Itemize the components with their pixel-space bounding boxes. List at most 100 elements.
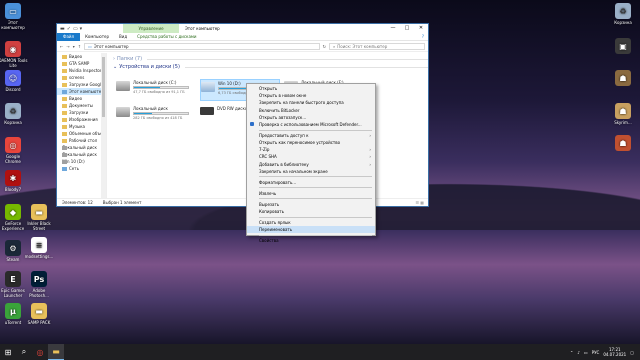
nav-item[interactable]: GTA SAMP <box>57 60 106 67</box>
menu-item[interactable]: Закрепить на панели быстрого доступа <box>247 99 375 106</box>
menu-item[interactable]: Извлечь <box>247 190 375 197</box>
drive-tile[interactable]: Локальный диск 282 ГБ свободно из 418 ГБ <box>116 105 196 127</box>
tab-drive-tools[interactable]: Средства работы с дисками <box>132 34 201 39</box>
nav-item-label: Видео <box>69 54 83 59</box>
language-indicator[interactable]: РУС <box>592 350 600 355</box>
nav-item-label: Этот компьютер <box>69 89 104 94</box>
menu-item[interactable]: Проверка с использованием Microsoft Defe… <box>247 121 375 128</box>
search-input[interactable]: ⌕ Поиск: Этот компьютер <box>329 42 425 50</box>
desktop-shortcut[interactable]: ≡ modsettings... <box>24 237 54 259</box>
desktop-shortcut[interactable]: ▣ <box>608 38 638 55</box>
nav-item-label: Загрузки Google <box>69 82 104 87</box>
nav-item[interactable]: Этот компьютер <box>57 88 106 95</box>
file-explorer-icon[interactable]: ▬ <box>48 344 64 360</box>
menu-item[interactable]: Открыть в новом окне <box>247 92 375 99</box>
desktop-shortcut[interactable]: ▬ SAMP PACK <box>24 303 54 325</box>
refresh-icon[interactable]: ↻ <box>323 44 326 49</box>
notifications-icon[interactable]: ▢ <box>630 350 634 355</box>
nav-item[interactable]: Рабочий стол <box>57 137 106 144</box>
tab-view[interactable]: Вид <box>114 34 132 39</box>
network-icon[interactable]: ▭ <box>584 350 588 355</box>
desktop-shortcut[interactable]: ▬ Inkler Black Street <box>24 204 54 231</box>
nav-item[interactable]: Загрузки Google <box>57 81 106 88</box>
manage-contextual-tab[interactable]: Управление <box>123 24 179 33</box>
nav-item[interactable]: Загрузки <box>57 109 106 116</box>
back-icon[interactable]: ← <box>60 44 63 49</box>
menu-item[interactable]: Добавить в библиотеку › <box>247 161 375 168</box>
menu-item[interactable]: Включить BitLocker <box>247 107 375 114</box>
nav-item[interactable]: screens <box>57 74 106 81</box>
maximize-icon[interactable]: □ <box>400 24 414 33</box>
recent-dropdown-icon[interactable]: ▾ <box>73 44 75 49</box>
desktop-shortcut[interactable]: ☗ <box>608 70 638 87</box>
dropdown-icon[interactable]: ▾ <box>80 26 83 32</box>
chrome-icon[interactable]: ◎ <box>32 344 48 360</box>
desktop-shortcut[interactable]: ☺ Discord <box>0 70 28 92</box>
nav-item[interactable]: Win 10 (D:) <box>57 158 106 165</box>
menu-item[interactable]: Создать ярлык <box>247 219 375 226</box>
tab-computer[interactable]: Компьютер <box>80 34 114 39</box>
folder-icon[interactable]: ▬ <box>60 26 65 32</box>
close-icon[interactable]: ✕ <box>414 24 428 33</box>
group-devices[interactable]: ⌄ Устройства и диски (5) <box>110 63 428 71</box>
new-folder-icon[interactable]: ▭ <box>73 26 78 32</box>
properties-icon[interactable]: ✓ <box>67 26 71 32</box>
nav-item[interactable]: Объемные объекты <box>57 130 106 137</box>
menu-item[interactable]: Закрепить на начальном экране <box>247 168 375 175</box>
title-bar[interactable]: ▬ ✓ ▭ ▾ Управление Этот компьютер — □ ✕ <box>57 24 428 33</box>
nav-item-label: Видео <box>69 96 83 101</box>
desktop-shortcut[interactable]: ☗ <box>608 135 638 152</box>
navigation-scrollbar[interactable] <box>101 53 106 198</box>
drive-info: Локальный диск (C:) 47,7 ГБ свободно из 9… <box>133 79 189 94</box>
nav-item[interactable]: Изображения <box>57 116 106 123</box>
nav-item[interactable]: Локальный диск <box>57 151 106 158</box>
menu-item[interactable]: Форматировать... <box>247 179 375 186</box>
clock[interactable]: 17:21 04.07.2021 <box>603 347 626 357</box>
scrollbar-thumb[interactable] <box>102 57 105 117</box>
nav-item[interactable]: Видео <box>57 53 106 60</box>
view-toggle-icons[interactable]: ☰ ▦ <box>415 200 428 205</box>
menu-item[interactable]: Предоставить доступ к › <box>247 132 375 139</box>
menu-item[interactable]: 7-Zip › <box>247 146 375 153</box>
menu-item[interactable]: Свойства <box>247 237 375 244</box>
desktop-shortcut[interactable]: ✱ Bloody7 <box>0 170 28 192</box>
up-icon[interactable]: ↑ <box>78 44 81 49</box>
help-icon[interactable]: ? <box>422 34 428 39</box>
minimize-icon[interactable]: — <box>386 24 400 33</box>
nav-item[interactable]: Nvidia Inspector <box>57 67 106 74</box>
desktop-shortcut[interactable]: ▭ Этот компьютер <box>0 3 28 30</box>
menu-item[interactable]: Открыть как переносимое устройство <box>247 139 375 146</box>
nav-item-label: Сеть <box>69 166 79 171</box>
menu-item[interactable]: Копировать <box>247 208 375 215</box>
menu-item[interactable]: Открыть автозапуск... <box>247 114 375 121</box>
game-icon: ☗ <box>615 135 631 151</box>
nav-item[interactable]: Сеть <box>57 165 106 172</box>
nav-item[interactable]: Видео <box>57 95 106 102</box>
tray-chevron-icon[interactable]: ⌃ <box>570 350 573 355</box>
windows-start-icon[interactable]: ⊞ <box>0 344 16 360</box>
desktop-shortcut[interactable]: ♻ Корзина <box>0 103 28 125</box>
menu-item[interactable]: Переименовать <box>247 226 375 234</box>
desktop-shortcut[interactable]: ◎ Google Chrome <box>0 137 28 164</box>
desktop-shortcut[interactable]: ♻ Корзина <box>608 3 638 25</box>
desktop-shortcut[interactable]: ◉ DAEMON Tools Lite <box>0 41 28 68</box>
group-folders[interactable]: › Папки (7) <box>110 55 428 63</box>
menu-item-label: Открыть автозапуск... <box>259 114 307 120</box>
forward-icon[interactable]: → <box>66 44 69 49</box>
menu-separator <box>259 234 372 236</box>
menu-item-label: Вырезать <box>259 201 280 207</box>
volume-icon[interactable]: ♪ <box>577 350 580 355</box>
search-icon[interactable]: ⌕ <box>16 344 32 360</box>
desktop-shortcut[interactable]: ☗ Skyrim... <box>608 103 638 125</box>
desktop-shortcut[interactable]: Ps Adobe Photosh... <box>24 271 54 298</box>
nav-item[interactable]: Музыка <box>57 123 106 130</box>
address-field[interactable]: ▭ Этот компьютер <box>84 42 320 50</box>
nav-item[interactable]: Локальный диск <box>57 144 106 151</box>
tab-file[interactable]: Файл <box>57 32 81 41</box>
menu-item[interactable]: Вырезать <box>247 201 375 208</box>
drive-tile[interactable]: Локальный диск (C:) 47,7 ГБ свободно из 9… <box>116 79 196 101</box>
desktop-shortcut-label: Inkler Black Street <box>27 221 51 231</box>
menu-item[interactable]: CRC SHA › <box>247 153 375 160</box>
nav-item[interactable]: Документы <box>57 102 106 109</box>
menu-item[interactable]: Открыть <box>247 85 375 92</box>
